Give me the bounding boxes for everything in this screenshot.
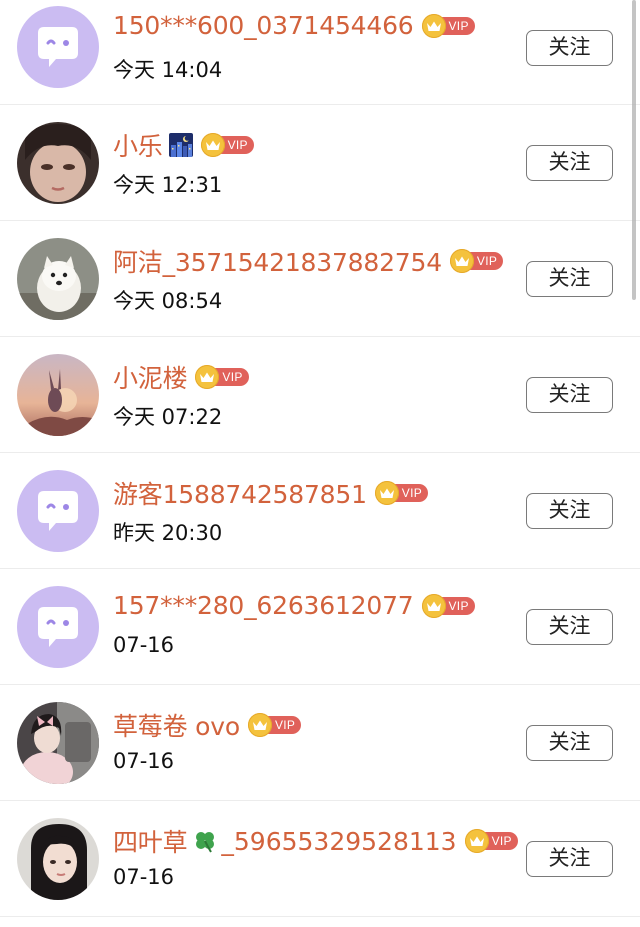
four-leaf-clover-emoji-icon (193, 829, 217, 853)
name-line: 小泥楼 VIP (113, 359, 249, 395)
follow-time: 今天 14:04 (113, 58, 223, 82)
user-name[interactable]: 小乐 (113, 127, 163, 163)
name-line: 游客1588742587851 VIP (113, 475, 429, 511)
vip-badge: VIP (421, 13, 475, 38)
follow-time: 07-16 (113, 865, 175, 889)
follow-button[interactable]: 关注 (526, 30, 613, 66)
crown-icon (464, 829, 489, 853)
follow-button[interactable]: 关注 (526, 377, 613, 413)
name-line: 150***600_0371454466 VIP (113, 11, 475, 40)
follow-button[interactable]: 关注 (526, 725, 613, 761)
vip-badge: VIP (374, 481, 429, 505)
avatar[interactable] (17, 470, 99, 552)
user-photo-avatar (17, 238, 99, 320)
user-photo-avatar (17, 122, 99, 204)
crown-icon (374, 481, 399, 505)
user-name[interactable]: 小泥楼 (113, 359, 188, 395)
vip-badge: VIP (247, 713, 302, 737)
avatar[interactable] (17, 6, 99, 88)
crown-icon (421, 13, 446, 38)
user-name[interactable]: 游客1588742587851 (113, 475, 367, 511)
night-city-emoji-icon (168, 133, 193, 157)
name-line: 草莓卷 ovo VIP (113, 707, 302, 743)
name-line: 小乐 VIP (113, 127, 254, 163)
list-item[interactable]: 150***600_0371454466 VIP 今天 14:04 关注 (0, 0, 640, 105)
follow-time: 07-16 (113, 633, 175, 657)
avatar[interactable] (17, 702, 99, 784)
vip-badge: VIP (464, 829, 518, 853)
follow-time: 今天 12:31 (113, 173, 223, 197)
user-list: 150***600_0371454466 VIP 今天 14:04 关注 小乐 … (0, 0, 640, 917)
crown-icon (247, 713, 272, 737)
user-name[interactable]: 157***280_6263612077 (113, 591, 414, 620)
follow-button[interactable]: 关注 (526, 493, 613, 529)
user-photo-avatar (17, 702, 99, 784)
follow-time: 07-16 (113, 749, 175, 773)
follow-button[interactable]: 关注 (526, 609, 613, 645)
default-avatar-chat-bubble-icon (17, 586, 99, 668)
avatar[interactable] (17, 354, 99, 436)
user-name[interactable]: 150***600_0371454466 (113, 11, 414, 40)
user-name-suffix[interactable]: _59655329528113 (221, 827, 456, 856)
avatar[interactable] (17, 586, 99, 668)
list-item[interactable]: 游客1588742587851 VIP 昨天 20:30 关注 (0, 453, 640, 569)
list-item[interactable]: 草莓卷 ovo VIP 07-16 关注 (0, 685, 640, 801)
follow-button[interactable]: 关注 (526, 261, 613, 297)
avatar[interactable] (17, 238, 99, 320)
follow-button[interactable]: 关注 (526, 841, 613, 877)
follow-time: 昨天 20:30 (113, 521, 223, 545)
vip-badge: VIP (421, 593, 475, 618)
follow-time: 今天 08:54 (113, 289, 223, 313)
user-illustration-avatar (17, 354, 99, 436)
name-line: 四叶草 _59655329528113 VIP (113, 823, 518, 859)
list-item[interactable]: 小乐 VIP 今天 12:31 关注 (0, 105, 640, 221)
default-avatar-chat-bubble-icon (17, 6, 99, 88)
vip-badge: VIP (195, 365, 249, 389)
name-line: 阿洁_35715421837882754 VIP (113, 243, 504, 279)
follow-time: 今天 07:22 (113, 405, 223, 429)
list-item[interactable]: 阿洁_35715421837882754 VIP 今天 08:54 关注 (0, 221, 640, 337)
list-item[interactable]: 四叶草 _59655329528113 VIP 07-16 关注 (0, 801, 640, 917)
list-item[interactable]: 157***280_6263612077 VIP 07-16 关注 (0, 569, 640, 685)
vip-badge: VIP (200, 133, 254, 157)
user-name[interactable]: 阿洁_35715421837882754 (113, 243, 442, 279)
vip-badge: VIP (449, 249, 504, 273)
name-line: 157***280_6263612077 VIP (113, 591, 475, 620)
crown-icon (421, 593, 446, 618)
list-item[interactable]: 小泥楼 VIP 今天 07:22 关注 (0, 337, 640, 453)
user-name[interactable]: 四叶草 (113, 823, 188, 859)
avatar[interactable] (17, 818, 99, 900)
default-avatar-chat-bubble-icon (17, 470, 99, 552)
follow-button[interactable]: 关注 (526, 145, 613, 181)
crown-icon (449, 249, 474, 273)
crown-icon (200, 133, 225, 157)
scrollbar[interactable] (632, 0, 636, 300)
user-name[interactable]: 草莓卷 ovo (113, 707, 240, 743)
user-photo-avatar (17, 818, 99, 900)
avatar[interactable] (17, 122, 99, 204)
